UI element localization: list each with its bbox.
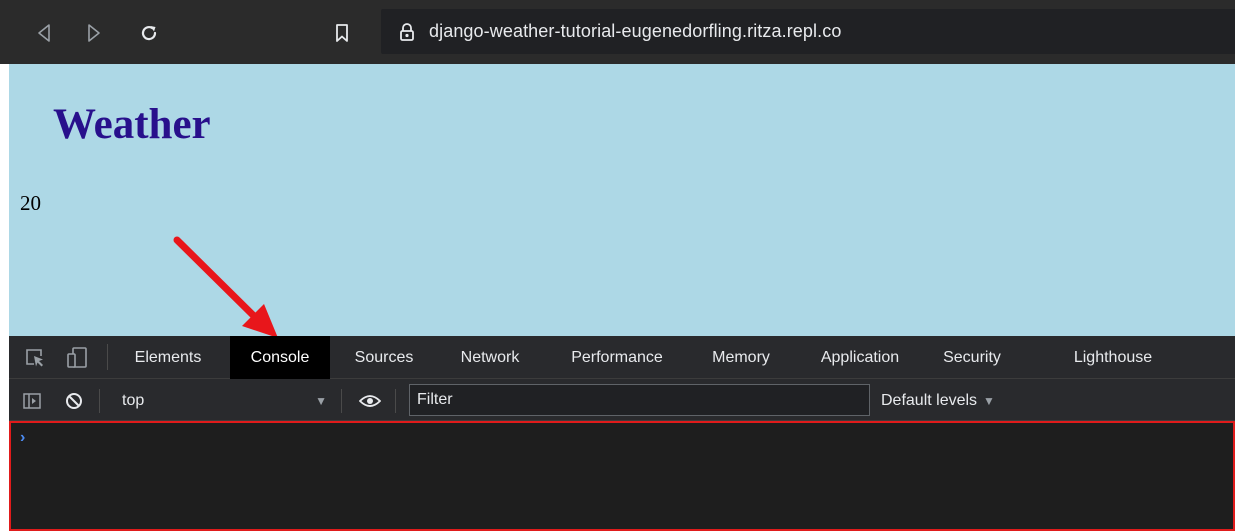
tab-elements[interactable]: Elements	[122, 336, 214, 379]
log-levels-label: Default levels	[881, 392, 978, 409]
tab-performance[interactable]: Performance	[559, 336, 675, 379]
url-text: django-weather-tutorial-eugenedorfling.r…	[429, 21, 842, 41]
tab-application[interactable]: Application	[806, 336, 914, 379]
address-bar[interactable]: django-weather-tutorial-eugenedorfling.r…	[381, 9, 1235, 54]
back-button[interactable]	[31, 18, 57, 48]
arrow-left-icon	[38, 24, 50, 42]
forward-button[interactable]	[81, 18, 107, 48]
device-toolbar-icon[interactable]	[64, 344, 90, 370]
tab-console[interactable]: Console	[230, 336, 330, 379]
console-output[interactable]: ›	[9, 421, 1235, 531]
context-selector[interactable]: top ▼	[107, 386, 333, 416]
window-edge	[0, 64, 9, 531]
reload-button[interactable]	[136, 18, 162, 48]
inspect-element-icon[interactable]	[23, 346, 47, 370]
page-title: Weather	[53, 101, 211, 148]
filter-input[interactable]	[409, 384, 870, 416]
tab-sources[interactable]: Sources	[343, 336, 425, 379]
devtools-panel: Elements Console Sources Network Perform…	[9, 336, 1235, 531]
tab-memory[interactable]: Memory	[697, 336, 785, 379]
dropdown-caret-icon: ▼	[983, 394, 995, 408]
temperature-value: 20	[20, 191, 41, 215]
toolbar-divider	[395, 389, 396, 413]
context-label: top	[122, 392, 145, 409]
log-levels-dropdown[interactable]: Default levels ▼	[881, 386, 995, 416]
toolbar-divider	[341, 389, 342, 413]
tab-security[interactable]: Security	[927, 336, 1017, 379]
lock-icon	[397, 21, 417, 43]
console-toolbar: top ▼ Default levels ▼	[9, 379, 1235, 421]
show-sidebar-icon[interactable]	[21, 390, 43, 412]
arrow-right-icon	[88, 24, 100, 42]
toolbar-divider	[99, 389, 100, 413]
bookmark-icon	[336, 24, 348, 42]
devtools-tabbar: Elements Console Sources Network Perform…	[9, 336, 1235, 379]
browser-toolbar: django-weather-tutorial-eugenedorfling.r…	[0, 0, 1235, 64]
tab-network[interactable]: Network	[447, 336, 533, 379]
tab-lighthouse[interactable]: Lighthouse	[1059, 336, 1167, 379]
console-prompt: ›	[20, 429, 26, 446]
tab-divider	[107, 344, 108, 370]
live-expression-eye-icon[interactable]	[358, 391, 382, 411]
bookmark-button[interactable]	[331, 19, 353, 47]
reload-icon	[141, 25, 157, 41]
dropdown-caret-icon: ▼	[315, 394, 327, 408]
annotation-arrow	[173, 236, 278, 338]
clear-console-icon[interactable]	[63, 390, 85, 412]
